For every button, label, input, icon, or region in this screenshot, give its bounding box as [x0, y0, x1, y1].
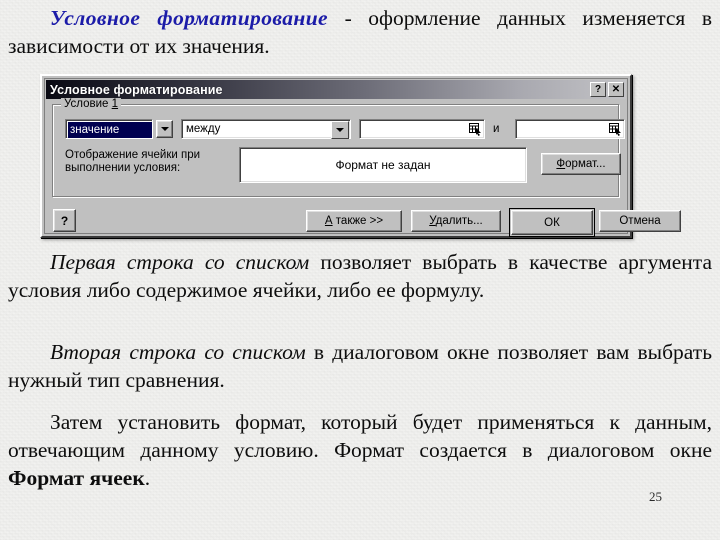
paragraph-3: Затем установить формат, который будет п…	[8, 408, 712, 492]
format-button-accel: Ф	[556, 158, 566, 170]
display-condition-label: Отображение ячейки при выполнении услови…	[65, 149, 205, 175]
collapse-dialog-icon-2[interactable]	[607, 121, 623, 137]
format-preview-text: Формат не задан	[335, 158, 431, 172]
chevron-down-icon	[160, 127, 169, 131]
delete-condition-button-label: Удалить...	[429, 215, 483, 227]
format-button-rest: ормат...	[565, 158, 606, 170]
slide-canvas: Условное форматирование - оформление дан…	[0, 0, 720, 540]
collapse-dialog-icon-1[interactable]	[467, 121, 483, 137]
add-condition-button-label: А также >>	[325, 215, 383, 227]
paragraph-3-bold: Формат ячеек	[8, 466, 145, 490]
add-condition-button-accel: А	[324, 215, 333, 227]
question-mark-icon: ?	[60, 213, 69, 228]
condition-groupbox-label-accel: 1	[111, 98, 119, 110]
delete-condition-button[interactable]: Удалить...	[411, 210, 501, 232]
paragraph-2-italic-lead: Вторая строка со списком	[50, 340, 306, 364]
ok-button-label: ОК	[544, 216, 560, 229]
dialog-inner-frame: Условное форматирование ? ✕ Условие 1 зн…	[42, 76, 681, 237]
format-button[interactable]: Формат...	[541, 153, 621, 175]
cancel-button-label: Отмена	[619, 215, 661, 227]
display-condition-label-line1: Отображение ячейки при	[65, 149, 201, 161]
help-icon[interactable]: ?	[590, 82, 606, 97]
format-button-label: Формат...	[556, 158, 605, 170]
condition-type-combo-dropdown-button[interactable]	[156, 120, 173, 138]
cancel-button[interactable]: Отмена	[599, 210, 681, 232]
condition-groupbox: Условие 1 значение между и Отображение я…	[52, 98, 625, 198]
operator-combo-dropdown-button[interactable]	[331, 121, 349, 139]
paragraph-2: Вторая строка со списком в диалоговом ок…	[8, 338, 712, 394]
format-preview-box: Формат не задан	[239, 147, 527, 183]
between-conjunction-label: и	[493, 123, 500, 135]
condition-type-combo[interactable]: значение	[65, 119, 173, 139]
value-field-1[interactable]	[359, 119, 485, 139]
add-condition-button[interactable]: А также >>	[306, 210, 402, 232]
paragraph-1: Первая строка со списком позволяет выбра…	[8, 248, 712, 304]
titlebar-button-group: ? ✕	[590, 82, 626, 97]
paragraph-3-lead: Затем установить формат, который будет п…	[8, 410, 712, 462]
condition-groupbox-label-prefix: Условие	[64, 98, 112, 110]
page-number: 25	[649, 489, 662, 504]
value-field-2[interactable]	[515, 119, 625, 139]
dialog-help-button[interactable]: ?	[53, 209, 76, 232]
add-condition-button-rest: также >>	[332, 215, 384, 227]
ok-button-inner: ОК	[511, 210, 593, 235]
page-title-highlight: Условное форматирование	[50, 6, 329, 30]
page-title: Условное форматирование - оформление дан…	[8, 4, 712, 60]
dialog-title: Условное форматирование	[50, 82, 223, 97]
delete-condition-button-rest: далить...	[435, 215, 483, 227]
condition-groupbox-label: Условие 1	[61, 98, 122, 110]
display-condition-label-line2: выполнении условия:	[65, 162, 181, 174]
chevron-down-icon	[336, 128, 344, 132]
operator-combo[interactable]: между	[181, 119, 351, 139]
ok-button[interactable]: ОК	[509, 208, 595, 237]
paragraph-3-tail: .	[144, 466, 151, 490]
operator-combo-value: между	[186, 123, 221, 135]
conditional-formatting-dialog[interactable]: Условное форматирование ? ✕ Условие 1 зн…	[40, 74, 681, 238]
condition-type-combo-field[interactable]: значение	[65, 119, 153, 139]
condition-type-combo-value: значение	[68, 122, 152, 138]
close-icon[interactable]: ✕	[608, 82, 624, 97]
dialog-titlebar[interactable]: Условное форматирование ? ✕	[46, 80, 626, 99]
paragraph-1-italic-lead: Первая строка со списком	[50, 250, 310, 274]
